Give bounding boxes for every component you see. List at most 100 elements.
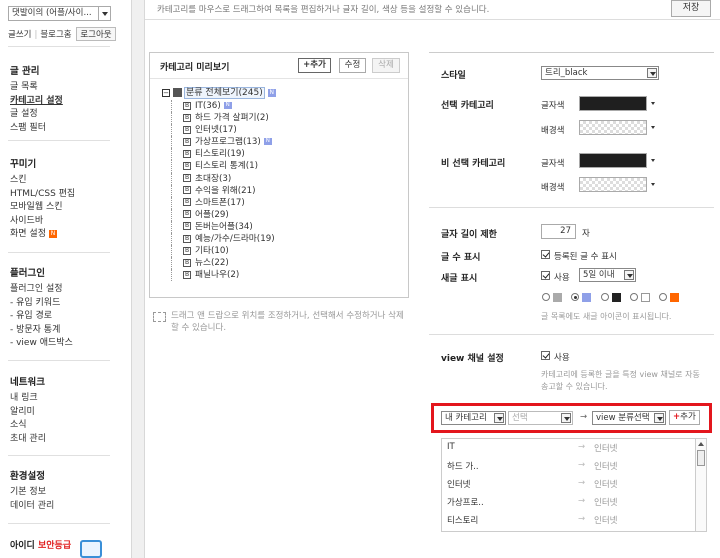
list-item[interactable]: 티스토리 → 인터넷: [442, 511, 696, 529]
view-channel-list[interactable]: IT → 인터넷 하드 가.. → 인터넷 인터넷 → 인터넷 가상프로.. →…: [441, 438, 707, 532]
edit-category-button[interactable]: 수정: [339, 58, 366, 73]
tree-item[interactable]: B 돈버는어플(34): [162, 220, 276, 234]
bg-color-label: 배경색: [541, 183, 565, 193]
new-display-checkbox[interactable]: [541, 271, 550, 280]
tree-item[interactable]: B 스마트폰(17): [162, 196, 276, 209]
blog-select[interactable]: 댓발이의 (어플/사이...: [8, 6, 111, 21]
tree-item-label: 가상프로그램(13): [195, 137, 261, 148]
write-link[interactable]: 글쓰기: [8, 28, 31, 40]
list-item[interactable]: 가상프로.. → 인터넷: [442, 493, 696, 511]
sidebar-item-post-settings[interactable]: 글 설정: [10, 108, 63, 122]
sidebar-item-news[interactable]: 소식: [10, 419, 46, 433]
list-item-to: 인터넷: [594, 444, 618, 454]
sidebar-item-html-css[interactable]: HTML/CSS 편집: [10, 188, 75, 202]
save-button[interactable]: 저장: [671, 0, 711, 17]
sub-category-select[interactable]: 선택: [508, 411, 573, 425]
tree-item[interactable]: B 기타(10): [162, 245, 276, 258]
security-promo[interactable]: 아이디 보안등급: [10, 538, 71, 551]
view-channel-checkbox[interactable]: [541, 351, 550, 360]
sidebar-item-inflow-keyword[interactable]: - 유입 키워드: [10, 297, 73, 311]
chevron-down-icon[interactable]: [649, 153, 658, 168]
selected-text-color-swatch[interactable]: [579, 96, 647, 111]
sidebar-item-notifier[interactable]: 알리미: [10, 406, 46, 420]
tree-item[interactable]: B 뉴스(22): [162, 257, 276, 270]
sidebar-item-post-list[interactable]: 글 목록: [10, 81, 63, 95]
list-item[interactable]: 하드 가.. → 인터넷: [442, 457, 696, 475]
sidebar-item-sidebar[interactable]: 사이드바: [10, 215, 75, 229]
list-item-from: 하드 가..: [447, 462, 479, 472]
count-display-checkbox[interactable]: [541, 250, 550, 259]
category-node-icon: B: [183, 125, 191, 134]
tree-root[interactable]: − 분류 전체보기(245) N: [162, 87, 276, 100]
add-category-button[interactable]: +추가: [298, 58, 331, 73]
tree-item[interactable]: B 패닐나우(2): [162, 269, 276, 282]
divider: [8, 46, 110, 47]
add-view-channel-button[interactable]: +추가: [669, 410, 700, 425]
sidebar-item-my-links[interactable]: 내 링크: [10, 392, 46, 406]
tree-item[interactable]: B 수익을 위해(21): [162, 184, 276, 197]
list-item-to: 인터넷: [594, 516, 618, 526]
scroll-thumb[interactable]: [697, 450, 705, 466]
list-item[interactable]: IT → 인터넷: [442, 439, 696, 457]
new-display-label: 새글 표시: [441, 274, 478, 284]
my-category-select[interactable]: 내 카테고리: [441, 411, 506, 425]
unselected-bg-color-swatch[interactable]: [579, 177, 647, 192]
tree-item-label: 스마트폰(17): [195, 197, 245, 208]
sidebar-item-plugin-settings[interactable]: 플러그인 설정: [10, 283, 73, 297]
tree-item[interactable]: B 가상프로그램(13) N: [162, 136, 276, 149]
sidebar-item-basic-info[interactable]: 기본 정보: [10, 486, 54, 500]
count-display-text: 등록된 글 수 표시: [554, 252, 617, 262]
tree-item[interactable]: B 인터넷(17): [162, 124, 276, 137]
sidebar-item-invite-manage[interactable]: 초대 관리: [10, 433, 46, 447]
sidebar-item-data-manage[interactable]: 데이터 관리: [10, 500, 54, 514]
tree-item[interactable]: B 티스토리 통계(1): [162, 160, 276, 173]
tree-root-label: 분류 전체보기(245): [184, 87, 265, 99]
new-icon-radio-4[interactable]: [630, 293, 638, 301]
chevron-down-icon[interactable]: [649, 177, 658, 192]
blog-home-link[interactable]: 블로그홈: [40, 28, 71, 40]
new-icon-radio-1[interactable]: [542, 293, 550, 301]
new-icon-gray: [553, 293, 562, 302]
tree-item[interactable]: B 하드 가격 살펴기(2): [162, 112, 276, 125]
list-item[interactable]: 인터넷 → 인터넷: [442, 475, 696, 493]
sidebar-item-skin[interactable]: 스킨: [10, 174, 75, 188]
list-item-to: 인터넷: [594, 498, 618, 508]
tree-item[interactable]: B IT(36) N: [162, 100, 276, 113]
new-icon-radio-3[interactable]: [601, 293, 609, 301]
instruction-text: 카테고리를 마우스로 드래그하여 목록을 편집하거나 글자 길이, 색상 등을 …: [157, 5, 490, 15]
sidebar-item-visitor-stats[interactable]: - 방문자 통계: [10, 324, 73, 338]
style-select[interactable]: 트리_black: [541, 66, 659, 80]
category-node-icon: B: [183, 161, 191, 170]
sidebar-item-mobile-skin[interactable]: 모바일웹 스킨: [10, 201, 75, 215]
drag-icon: [153, 312, 166, 322]
sidebar-item-screen-settings[interactable]: 화면 설정 N: [10, 228, 75, 242]
chevron-down-icon[interactable]: [649, 120, 658, 135]
tree-item[interactable]: B 초대장(3): [162, 172, 276, 185]
list-scrollbar[interactable]: [695, 439, 706, 531]
sidebar-item-spam-filter[interactable]: 스팸 필터: [10, 122, 63, 136]
tree-item[interactable]: B 예능/가수/드라마(19): [162, 233, 276, 246]
view-category-select[interactable]: view 분류선택: [592, 411, 666, 425]
category-node-icon: B: [183, 174, 191, 183]
delete-category-button[interactable]: 삭제: [372, 58, 400, 73]
logout-button[interactable]: 로그아웃: [76, 27, 116, 41]
sidebar-item-category-settings[interactable]: 카테고리 설정: [10, 95, 63, 109]
arrow-icon: →: [578, 460, 586, 470]
collapse-icon[interactable]: −: [162, 88, 170, 97]
section-post-manage: 글 관리 글 목록 카테고리 설정 글 설정 스팸 필터: [10, 63, 63, 135]
sidebar-item-view-adbox[interactable]: - view 애드박스: [10, 337, 73, 351]
new-icon-radio-2[interactable]: [571, 293, 579, 301]
new-period-select[interactable]: 5일 이내: [579, 268, 636, 282]
scroll-up-icon[interactable]: [697, 440, 705, 448]
chevron-down-icon[interactable]: [649, 96, 658, 111]
selected-bg-color-swatch[interactable]: [579, 120, 647, 135]
length-limit-input[interactable]: 27: [541, 224, 576, 239]
section-heading: 네트워크: [10, 377, 45, 388]
section-decorate: 꾸미기 스킨 HTML/CSS 편집 모바일웹 스킨 사이드바 화면 설정 N: [10, 156, 75, 242]
unselected-text-color-swatch[interactable]: [579, 153, 647, 168]
new-icon-radio-5[interactable]: [659, 293, 667, 301]
tree-item[interactable]: B 티스토리(19): [162, 148, 276, 161]
tree-item-label: 수익을 위해(21): [195, 185, 256, 196]
tree-item[interactable]: B 어플(29): [162, 208, 276, 222]
sidebar-item-inflow-path[interactable]: - 유입 경로: [10, 310, 73, 324]
